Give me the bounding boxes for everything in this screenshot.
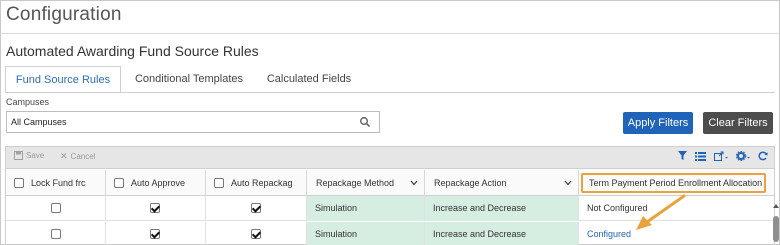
lock-checkbox[interactable]	[51, 229, 61, 239]
grid-actions	[678, 151, 768, 161]
save-icon	[14, 151, 23, 160]
header-checkbox[interactable]	[114, 178, 124, 188]
column-label: Auto Approve	[131, 178, 186, 188]
header-checkbox[interactable]	[14, 178, 24, 188]
save-button[interactable]: Save	[14, 151, 44, 160]
campus-filter-label: Campuses	[6, 97, 50, 107]
column-label: Auto Repackag	[231, 178, 293, 188]
table-row[interactable]: Simulation Increase and Decrease Configu…	[6, 222, 774, 245]
vertical-scrollbar[interactable]	[773, 216, 779, 242]
header-auto-repackage[interactable]: Auto Repackag	[206, 170, 307, 196]
auto-approve-checkbox[interactable]	[150, 203, 160, 213]
tab-fund-source-rules[interactable]: Fund Source Rules	[5, 66, 121, 93]
chevron-down-icon[interactable]	[410, 180, 418, 186]
campus-filter-input[interactable]: All Campuses	[6, 111, 380, 133]
search-icon[interactable]	[359, 116, 371, 128]
header-auto-approve[interactable]: Auto Approve	[106, 170, 206, 196]
scroll-up-arrow[interactable]	[773, 204, 779, 208]
column-list-icon[interactable]	[695, 151, 706, 161]
column-label: Term Payment Period Enrollment Allocatio…	[589, 178, 763, 188]
tabs-underline	[5, 92, 775, 93]
column-label: Lock Fund frc	[31, 178, 86, 188]
repackage-action-cell[interactable]: Increase and Decrease	[425, 196, 579, 221]
column-label: Repackage Action	[434, 178, 507, 188]
header-repackage-action[interactable]: Repackage Action	[425, 170, 579, 196]
repackage-action-cell[interactable]: Increase and Decrease	[425, 222, 579, 245]
page-title: Configuration	[6, 4, 122, 25]
header-term-payment-allocation[interactable]: Term Payment Period Enrollment Allocatio…	[581, 173, 766, 193]
auto-repackage-checkbox[interactable]	[251, 203, 261, 213]
clear-filters-button[interactable]: Clear Filters	[703, 112, 773, 134]
repackage-method-cell[interactable]: Simulation	[307, 196, 425, 221]
campus-filter-value: All Campuses	[11, 117, 67, 127]
repackage-method-cell[interactable]: Simulation	[307, 222, 425, 245]
allocation-cell: Not Configured	[587, 203, 648, 213]
refresh-icon[interactable]	[758, 151, 768, 161]
header-checkbox[interactable]	[214, 178, 224, 188]
close-icon: ✕	[60, 151, 68, 161]
chevron-down-icon[interactable]	[564, 180, 572, 186]
save-label: Save	[26, 151, 45, 160]
rules-grid: Save ✕ Cancel Lock Fund frc Auto Approve…	[5, 146, 775, 245]
auto-approve-checkbox[interactable]	[150, 229, 160, 239]
cancel-button[interactable]: ✕ Cancel	[60, 151, 95, 162]
header-repackage-method[interactable]: Repackage Method	[307, 170, 425, 196]
tab-calculated-fields[interactable]: Calculated Fields	[257, 66, 361, 93]
column-label: Repackage Method	[316, 178, 395, 188]
configured-link[interactable]: Configured	[587, 222, 631, 245]
table-row[interactable]: Simulation Increase and Decrease Not Con…	[6, 196, 774, 221]
grid-toolbar: Save ✕ Cancel	[6, 147, 774, 169]
auto-repackage-checkbox[interactable]	[251, 229, 261, 239]
tab-conditional-templates[interactable]: Conditional Templates	[125, 66, 253, 93]
section-title: Automated Awarding Fund Source Rules	[6, 43, 259, 59]
header-lock-fund[interactable]: Lock Fund frc	[6, 170, 106, 196]
allocation-cell: Configured	[579, 222, 766, 245]
lock-checkbox[interactable]	[51, 203, 61, 213]
apply-filters-button[interactable]: Apply Filters	[623, 112, 693, 134]
title-divider	[0, 33, 780, 34]
grid-header: Lock Fund frc Auto Approve Auto Repackag…	[6, 170, 774, 196]
cancel-label: Cancel	[70, 152, 96, 161]
filter-icon[interactable]	[678, 151, 687, 161]
tab-bar: Fund Source Rules Conditional Templates …	[5, 66, 775, 93]
gear-icon[interactable]	[736, 151, 750, 161]
export-icon[interactable]	[714, 151, 728, 161]
